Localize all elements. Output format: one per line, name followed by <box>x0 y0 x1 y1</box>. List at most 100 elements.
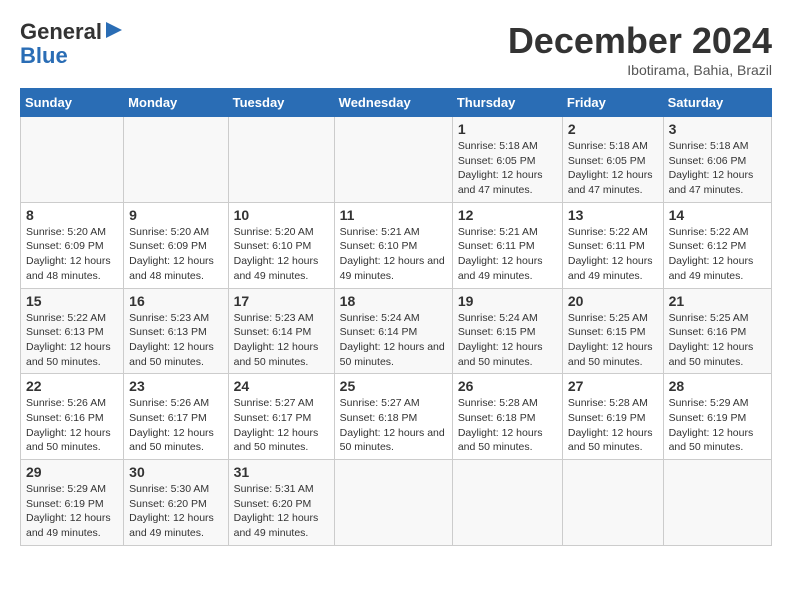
day-info: Sunrise: 5:27 AM Sunset: 6:17 PM Dayligh… <box>234 396 329 455</box>
day-info: Sunrise: 5:20 AM Sunset: 6:09 PM Dayligh… <box>26 225 118 284</box>
day-number: 21 <box>669 293 766 309</box>
logo-icon <box>104 22 122 44</box>
day-number: 31 <box>234 464 329 480</box>
page-header: General Blue December 2024 Ibotirama, Ba… <box>20 20 772 78</box>
calendar-table: SundayMondayTuesdayWednesdayThursdayFrid… <box>20 88 772 546</box>
day-number: 11 <box>340 207 447 223</box>
day-info: Sunrise: 5:20 AM Sunset: 6:09 PM Dayligh… <box>129 225 222 284</box>
day-info: Sunrise: 5:21 AM Sunset: 6:11 PM Dayligh… <box>458 225 557 284</box>
calendar-cell: 11 Sunrise: 5:21 AM Sunset: 6:10 PM Dayl… <box>334 202 452 288</box>
day-info: Sunrise: 5:21 AM Sunset: 6:10 PM Dayligh… <box>340 225 447 284</box>
calendar-cell: 23 Sunrise: 5:26 AM Sunset: 6:17 PM Dayl… <box>124 374 228 460</box>
logo: General Blue <box>20 20 122 68</box>
header-day: Friday <box>562 89 663 117</box>
day-number: 3 <box>669 121 766 137</box>
header-day: Thursday <box>452 89 562 117</box>
calendar-cell <box>562 460 663 546</box>
day-info: Sunrise: 5:29 AM Sunset: 6:19 PM Dayligh… <box>669 396 766 455</box>
day-number: 17 <box>234 293 329 309</box>
day-info: Sunrise: 5:29 AM Sunset: 6:19 PM Dayligh… <box>26 482 118 541</box>
calendar-cell: 22 Sunrise: 5:26 AM Sunset: 6:16 PM Dayl… <box>21 374 124 460</box>
calendar-cell: 21 Sunrise: 5:25 AM Sunset: 6:16 PM Dayl… <box>663 288 771 374</box>
day-info: Sunrise: 5:30 AM Sunset: 6:20 PM Dayligh… <box>129 482 222 541</box>
day-info: Sunrise: 5:25 AM Sunset: 6:16 PM Dayligh… <box>669 311 766 370</box>
day-number: 8 <box>26 207 118 223</box>
calendar-cell: 24 Sunrise: 5:27 AM Sunset: 6:17 PM Dayl… <box>228 374 334 460</box>
header-day: Monday <box>124 89 228 117</box>
calendar-cell: 29 Sunrise: 5:29 AM Sunset: 6:19 PM Dayl… <box>21 460 124 546</box>
day-number: 1 <box>458 121 557 137</box>
logo-text: General <box>20 20 122 44</box>
header-day: Sunday <box>21 89 124 117</box>
calendar-cell: 1 Sunrise: 5:18 AM Sunset: 6:05 PM Dayli… <box>452 117 562 203</box>
header-day: Tuesday <box>228 89 334 117</box>
day-info: Sunrise: 5:23 AM Sunset: 6:14 PM Dayligh… <box>234 311 329 370</box>
calendar-cell <box>228 117 334 203</box>
day-number: 15 <box>26 293 118 309</box>
day-number: 30 <box>129 464 222 480</box>
day-info: Sunrise: 5:28 AM Sunset: 6:18 PM Dayligh… <box>458 396 557 455</box>
calendar-cell: 3 Sunrise: 5:18 AM Sunset: 6:06 PM Dayli… <box>663 117 771 203</box>
calendar-cell: 10 Sunrise: 5:20 AM Sunset: 6:10 PM Dayl… <box>228 202 334 288</box>
day-number: 10 <box>234 207 329 223</box>
day-number: 14 <box>669 207 766 223</box>
day-number: 23 <box>129 378 222 394</box>
logo-blue-text: Blue <box>20 44 68 68</box>
day-number: 25 <box>340 378 447 394</box>
calendar-cell: 8 Sunrise: 5:20 AM Sunset: 6:09 PM Dayli… <box>21 202 124 288</box>
calendar-week: 29 Sunrise: 5:29 AM Sunset: 6:19 PM Dayl… <box>21 460 772 546</box>
calendar-cell: 17 Sunrise: 5:23 AM Sunset: 6:14 PM Dayl… <box>228 288 334 374</box>
day-info: Sunrise: 5:22 AM Sunset: 6:12 PM Dayligh… <box>669 225 766 284</box>
calendar-cell <box>334 460 452 546</box>
day-number: 22 <box>26 378 118 394</box>
day-number: 28 <box>669 378 766 394</box>
day-info: Sunrise: 5:28 AM Sunset: 6:19 PM Dayligh… <box>568 396 658 455</box>
day-info: Sunrise: 5:20 AM Sunset: 6:10 PM Dayligh… <box>234 225 329 284</box>
day-info: Sunrise: 5:26 AM Sunset: 6:17 PM Dayligh… <box>129 396 222 455</box>
month-title: December 2024 <box>508 20 772 62</box>
calendar-cell: 16 Sunrise: 5:23 AM Sunset: 6:13 PM Dayl… <box>124 288 228 374</box>
calendar-cell: 26 Sunrise: 5:28 AM Sunset: 6:18 PM Dayl… <box>452 374 562 460</box>
day-number: 29 <box>26 464 118 480</box>
calendar-cell: 13 Sunrise: 5:22 AM Sunset: 6:11 PM Dayl… <box>562 202 663 288</box>
header-row: SundayMondayTuesdayWednesdayThursdayFrid… <box>21 89 772 117</box>
day-info: Sunrise: 5:24 AM Sunset: 6:14 PM Dayligh… <box>340 311 447 370</box>
day-number: 16 <box>129 293 222 309</box>
calendar-week: 15 Sunrise: 5:22 AM Sunset: 6:13 PM Dayl… <box>21 288 772 374</box>
calendar-cell: 20 Sunrise: 5:25 AM Sunset: 6:15 PM Dayl… <box>562 288 663 374</box>
day-info: Sunrise: 5:31 AM Sunset: 6:20 PM Dayligh… <box>234 482 329 541</box>
day-number: 13 <box>568 207 658 223</box>
day-info: Sunrise: 5:26 AM Sunset: 6:16 PM Dayligh… <box>26 396 118 455</box>
calendar-week: 1 Sunrise: 5:18 AM Sunset: 6:05 PM Dayli… <box>21 117 772 203</box>
day-number: 9 <box>129 207 222 223</box>
calendar-cell <box>21 117 124 203</box>
day-info: Sunrise: 5:22 AM Sunset: 6:13 PM Dayligh… <box>26 311 118 370</box>
calendar-cell <box>124 117 228 203</box>
title-block: December 2024 Ibotirama, Bahia, Brazil <box>508 20 772 78</box>
day-info: Sunrise: 5:23 AM Sunset: 6:13 PM Dayligh… <box>129 311 222 370</box>
calendar-week: 8 Sunrise: 5:20 AM Sunset: 6:09 PM Dayli… <box>21 202 772 288</box>
calendar-cell: 9 Sunrise: 5:20 AM Sunset: 6:09 PM Dayli… <box>124 202 228 288</box>
day-info: Sunrise: 5:25 AM Sunset: 6:15 PM Dayligh… <box>568 311 658 370</box>
day-number: 12 <box>458 207 557 223</box>
calendar-cell: 30 Sunrise: 5:30 AM Sunset: 6:20 PM Dayl… <box>124 460 228 546</box>
calendar-cell: 31 Sunrise: 5:31 AM Sunset: 6:20 PM Dayl… <box>228 460 334 546</box>
calendar-cell: 25 Sunrise: 5:27 AM Sunset: 6:18 PM Dayl… <box>334 374 452 460</box>
day-info: Sunrise: 5:18 AM Sunset: 6:05 PM Dayligh… <box>458 139 557 198</box>
day-number: 19 <box>458 293 557 309</box>
day-info: Sunrise: 5:18 AM Sunset: 6:06 PM Dayligh… <box>669 139 766 198</box>
day-info: Sunrise: 5:27 AM Sunset: 6:18 PM Dayligh… <box>340 396 447 455</box>
calendar-cell <box>452 460 562 546</box>
day-number: 26 <box>458 378 557 394</box>
day-number: 2 <box>568 121 658 137</box>
location-subtitle: Ibotirama, Bahia, Brazil <box>508 62 772 78</box>
day-info: Sunrise: 5:18 AM Sunset: 6:05 PM Dayligh… <box>568 139 658 198</box>
calendar-cell: 14 Sunrise: 5:22 AM Sunset: 6:12 PM Dayl… <box>663 202 771 288</box>
day-info: Sunrise: 5:22 AM Sunset: 6:11 PM Dayligh… <box>568 225 658 284</box>
day-number: 27 <box>568 378 658 394</box>
calendar-cell: 28 Sunrise: 5:29 AM Sunset: 6:19 PM Dayl… <box>663 374 771 460</box>
header-day: Saturday <box>663 89 771 117</box>
calendar-cell: 12 Sunrise: 5:21 AM Sunset: 6:11 PM Dayl… <box>452 202 562 288</box>
calendar-cell: 27 Sunrise: 5:28 AM Sunset: 6:19 PM Dayl… <box>562 374 663 460</box>
header-day: Wednesday <box>334 89 452 117</box>
